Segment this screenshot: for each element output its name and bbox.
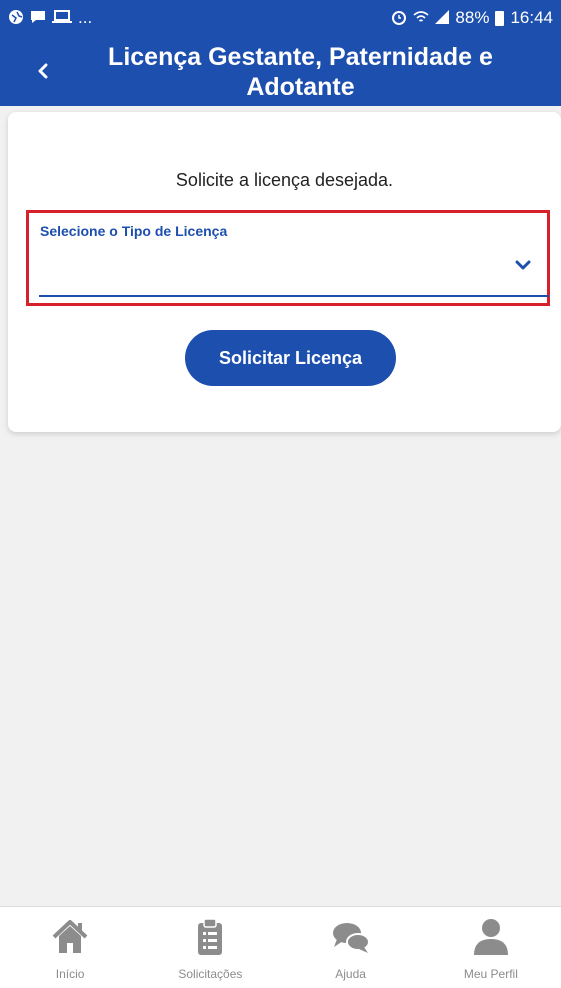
home-icon xyxy=(52,920,88,953)
chat-bubbles-icon xyxy=(332,923,370,953)
status-time: 16:44 xyxy=(510,8,553,27)
signal-icon xyxy=(435,9,450,27)
status-right: 88% 16:44 xyxy=(391,8,553,28)
nav-item-ajuda[interactable]: Ajuda xyxy=(281,907,421,988)
alarm-icon xyxy=(391,9,407,28)
bottom-nav: Início Solicitações Ajuda Meu Perfil xyxy=(0,906,561,988)
clipboard-icon xyxy=(198,918,223,955)
wifi-icon xyxy=(413,9,429,28)
battery-percent: 88% xyxy=(455,8,490,27)
nav-label: Início xyxy=(55,967,85,981)
chevron-down-icon xyxy=(515,260,531,270)
nav-item-meu-perfil[interactable]: Meu Perfil xyxy=(421,907,561,988)
card-subtitle: Solicite a licença desejada. xyxy=(175,170,394,190)
page-title: Licença Gestante, Paternidade e Adotante xyxy=(108,43,493,101)
nav-label: Solicitações xyxy=(178,967,243,981)
request-card: Solicite a licença desejada. Selecione o… xyxy=(8,112,561,432)
field-underline xyxy=(39,295,549,297)
nav-label: Ajuda xyxy=(335,967,366,981)
status-bar: ... 88% 16:44 xyxy=(0,0,561,36)
request-license-button[interactable]: Solicitar Licença xyxy=(185,330,396,386)
user-icon xyxy=(473,919,508,955)
chat-icon xyxy=(30,10,46,27)
license-type-select[interactable] xyxy=(39,247,547,289)
nav-label: Meu Perfil xyxy=(463,967,518,981)
globe-icon xyxy=(8,9,24,28)
status-left: ... xyxy=(8,8,92,28)
nav-item-inicio[interactable]: Início xyxy=(0,907,140,988)
nav-item-solicitacoes[interactable]: Solicitações xyxy=(140,907,280,988)
status-more: ... xyxy=(78,8,93,27)
license-type-label: Selecione o Tipo de Licença xyxy=(40,223,228,239)
license-type-field: Selecione o Tipo de Licença xyxy=(26,210,550,306)
back-button[interactable] xyxy=(28,54,58,88)
battery-icon xyxy=(495,10,505,26)
laptop-icon xyxy=(52,9,72,27)
app-header: Licença Gestante, Paternidade e Adotante xyxy=(0,36,561,106)
chevron-left-icon xyxy=(38,63,48,79)
